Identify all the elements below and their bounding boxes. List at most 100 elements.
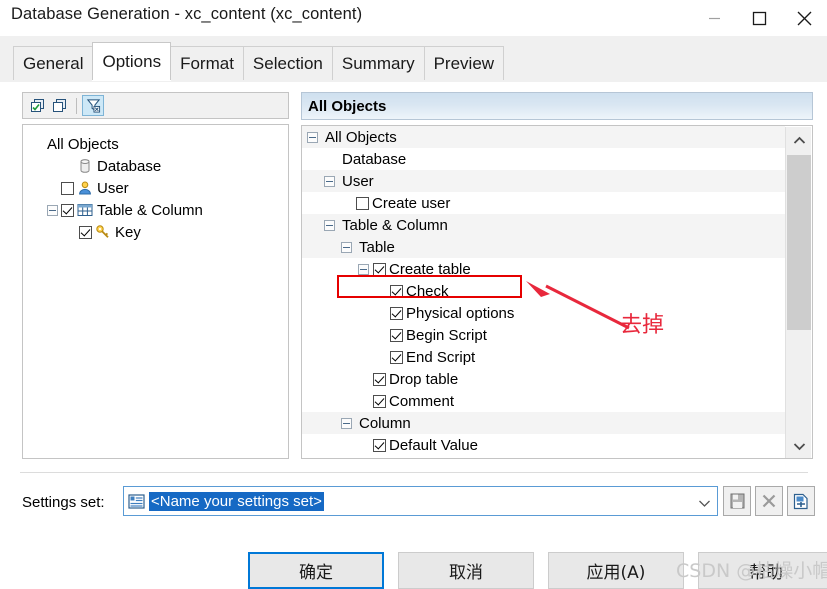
tree-item-label: Database [342, 150, 407, 168]
tree-item-user[interactable]: User [302, 170, 785, 192]
left-tree-item-database[interactable]: Database [23, 155, 288, 177]
tab-format[interactable]: Format [170, 46, 244, 80]
object-selection-pane: All Objects Database User Table & Column Key [22, 92, 291, 461]
deselect-all-icon [53, 98, 66, 112]
delete-settings-set-button[interactable] [755, 486, 783, 516]
tree-item-label: Begin Script [406, 326, 487, 344]
minimize-button[interactable] [692, 0, 737, 36]
chevron-down-icon [699, 500, 710, 507]
tree-item-create-user[interactable]: Create user [302, 192, 785, 214]
tab-list: General Options Format Selection Summary Prev… [13, 42, 505, 80]
checkbox-unchecked[interactable] [356, 196, 369, 210]
tree-item-label: Default Value [389, 436, 478, 454]
checkbox-checked[interactable] [373, 372, 386, 386]
tree-item-table[interactable]: Table [302, 236, 785, 258]
all-objects-pane: All Objects All Objects Database User Creat… [301, 92, 813, 461]
left-tree-item-label: Table & Column [97, 201, 203, 219]
collapse-expander-icon[interactable] [307, 131, 318, 143]
tree-item-column[interactable]: Column [302, 412, 785, 434]
ok-button[interactable]: 确定 [248, 552, 384, 589]
close-button[interactable] [782, 0, 827, 36]
checkbox-checked[interactable] [390, 350, 403, 364]
window-controls [692, 0, 827, 36]
dialog-footer: 确定 取消 应用(A) 帮助 [0, 548, 827, 589]
settings-set-icon [128, 493, 145, 510]
left-tree-item-key[interactable]: Key [23, 221, 288, 243]
settings-set-value[interactable]: <Name your settings set> [149, 491, 324, 511]
tree-item-label: Column [359, 414, 411, 432]
checkbox-checked[interactable] [390, 306, 403, 320]
collapse-expander-icon[interactable] [324, 175, 335, 187]
left-tree-item-table-column[interactable]: Table & Column [23, 199, 288, 221]
tab-strip: General Options Format Selection Summary Prev… [0, 36, 827, 83]
tree-item-begin-script[interactable]: Begin Script [302, 324, 785, 346]
tab-label: Preview [433, 53, 495, 73]
options-panel: All Objects Database User Table & Column Key… [0, 82, 827, 471]
checkbox-checked[interactable] [390, 284, 403, 298]
checkbox-checked[interactable] [373, 438, 386, 452]
select-all-button[interactable] [27, 95, 49, 116]
settings-set-combobox[interactable]: <Name your settings set> [123, 486, 718, 516]
scroll-down-button[interactable] [786, 433, 812, 458]
tab-summary[interactable]: Summary [331, 46, 425, 80]
collapse-expander-icon[interactable] [341, 241, 352, 253]
all-objects-tree-rows: All Objects Database User Create user Table … [302, 126, 785, 456]
tree-vertical-scrollbar[interactable] [785, 127, 812, 458]
all-objects-tree[interactable]: All Objects Database User Create user Table … [301, 125, 813, 459]
tree-item-label: User [342, 172, 374, 190]
collapse-expander-icon[interactable] [358, 263, 369, 275]
checkbox-checked[interactable] [390, 328, 403, 342]
title-bar: Database Generation - xc_content (xc_con… [0, 0, 827, 36]
tree-item-comment[interactable]: Comment [302, 390, 785, 412]
tree-item-table-column[interactable]: Table & Column [302, 214, 785, 236]
settings-set-row: Settings set: <Name your settings set> [0, 486, 827, 520]
tab-options[interactable]: Options [92, 42, 172, 80]
tree-item-database[interactable]: Database [302, 148, 785, 170]
cancel-button[interactable]: 取消 [398, 552, 534, 589]
collapse-expander-icon[interactable] [47, 204, 58, 216]
collapse-expander-icon[interactable] [324, 219, 335, 231]
scroll-up-button[interactable] [786, 127, 812, 153]
tree-item-physical-options[interactable]: Physical options [302, 302, 785, 324]
tree-item-label: Physical options [406, 304, 515, 322]
collapse-expander-icon[interactable] [341, 417, 352, 429]
tree-item-end-script[interactable]: End Script [302, 346, 785, 368]
settings-set-dropdown-arrow[interactable] [698, 496, 711, 511]
tab-preview[interactable]: Preview [423, 46, 505, 80]
tree-item-check[interactable]: Check [302, 280, 785, 302]
left-tree-item-all-objects[interactable]: All Objects [23, 133, 288, 155]
tree-item-default-value[interactable]: Default Value [302, 434, 785, 456]
toolbar-separator [76, 97, 77, 114]
annotation-text: 去掉 [620, 313, 665, 338]
minimize-icon [709, 17, 720, 19]
help-button[interactable]: 帮助 [698, 552, 827, 589]
tab-selection[interactable]: Selection [242, 46, 333, 80]
database-icon [80, 159, 90, 173]
filter-button[interactable] [82, 95, 104, 116]
deselect-all-button[interactable] [49, 95, 71, 116]
tree-item-label: Create table [389, 260, 471, 278]
chevron-up-icon [793, 136, 805, 144]
apply-button[interactable]: 应用(A) [548, 552, 684, 589]
tab-general[interactable]: General [13, 46, 94, 80]
checkbox-unchecked[interactable] [61, 181, 74, 195]
tree-item-create-table[interactable]: Create table [302, 258, 785, 280]
all-objects-header: All Objects [301, 92, 813, 120]
import-settings-set-button[interactable] [787, 486, 815, 516]
left-tree-item-user[interactable]: User [23, 177, 288, 199]
checkbox-checked[interactable] [61, 203, 74, 217]
tree-item-drop-table[interactable]: Drop table [302, 368, 785, 390]
checkbox-checked[interactable] [373, 394, 386, 408]
object-type-tree[interactable]: All Objects Database User Table & Column Key [22, 124, 289, 459]
scrollbar-thumb[interactable] [787, 155, 811, 330]
footer-separator [20, 472, 808, 473]
tab-label: Summary [341, 53, 415, 73]
tree-item-all-objects[interactable]: All Objects [302, 126, 785, 148]
settings-set-label: Settings set: [22, 494, 105, 511]
tree-item-label: Create user [372, 194, 451, 212]
save-settings-set-button[interactable] [723, 486, 751, 516]
chevron-down-icon [793, 442, 805, 450]
maximize-button[interactable] [737, 0, 782, 36]
checkbox-checked[interactable] [79, 225, 92, 239]
checkbox-checked[interactable] [373, 262, 386, 276]
